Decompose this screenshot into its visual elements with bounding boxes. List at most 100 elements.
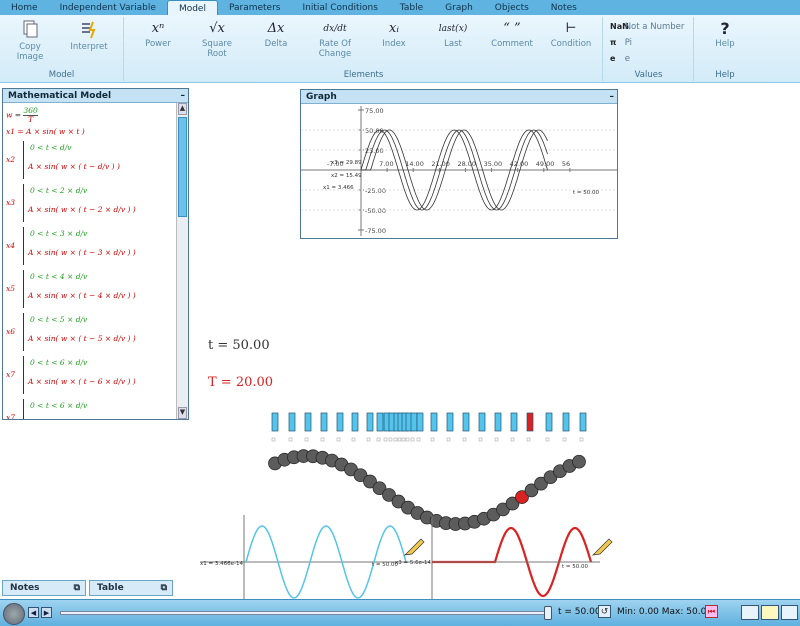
bar-handle[interactable]: [336, 437, 341, 442]
t-readout[interactable]: t = 50.00: [208, 338, 270, 353]
e-icon: e: [610, 54, 616, 63]
tab-objects[interactable]: Objects: [484, 0, 540, 16]
copy-image-button[interactable]: Copy Image: [8, 19, 52, 62]
interpret-button[interactable]: Interpret: [64, 19, 114, 52]
step-forward-icon[interactable]: ▶: [41, 607, 52, 618]
rate-of-change-button[interactable]: dx/dt Rate Of Change: [310, 19, 360, 59]
w-denominator: T: [28, 115, 34, 124]
bar-handle[interactable]: [494, 437, 499, 442]
model-panel-title-text: Mathematical Model: [8, 91, 112, 101]
model-scrollbar[interactable]: ▲ ▼: [176, 103, 188, 419]
bar-handle[interactable]: [388, 437, 393, 442]
bar-handle[interactable]: [579, 437, 584, 442]
y-tick-label: -50.00: [365, 207, 386, 215]
x-tick-label: 56: [562, 160, 570, 168]
bar-handle[interactable]: [462, 437, 467, 442]
bar-handle[interactable]: [288, 437, 293, 442]
restore-icon[interactable]: ⧉: [161, 581, 167, 595]
comment-button[interactable]: “ ” Comment: [487, 19, 537, 49]
bar-handle[interactable]: [416, 437, 421, 442]
tab-notes[interactable]: Notes: [540, 0, 588, 16]
pencil-icon[interactable]: [592, 538, 613, 556]
pi-button[interactable]: π Pi: [610, 38, 632, 48]
help-button[interactable]: ? Help: [707, 19, 743, 49]
T-parameter[interactable]: T = 20.00: [208, 375, 273, 390]
tab-initial-conditions[interactable]: Initial Conditions: [291, 0, 388, 16]
bar-handle[interactable]: [545, 437, 550, 442]
element-label: Rate Of Change: [318, 39, 352, 59]
bar-handle[interactable]: [383, 437, 388, 442]
step-back-icon[interactable]: ◀: [28, 607, 39, 618]
bar-handle[interactable]: [366, 437, 371, 442]
animation-scene: x1 = 3.466e-14 t = 50.00x3 = 5.6e-14t = 5…: [200, 412, 613, 600]
square-root-button[interactable]: √x Square Root: [192, 19, 242, 59]
element-label: Last: [444, 39, 462, 49]
record-button[interactable]: [3, 603, 25, 625]
layout-icon[interactable]: [741, 605, 759, 620]
minimize-icon[interactable]: –: [181, 89, 186, 103]
expression-text: A × sin( w × ( t − 5 × d/v ) ): [28, 334, 136, 343]
scroll-up-icon[interactable]: ▲: [178, 103, 187, 115]
element-label: Condition: [550, 39, 592, 49]
time-slider-handle[interactable]: [544, 606, 552, 620]
equation-variable: x7: [6, 370, 16, 379]
values-group-label: Values: [634, 70, 663, 80]
bar-handle[interactable]: [271, 437, 276, 442]
expression-text: A × sin( w × ( t − 4 × d/v ) ): [28, 291, 136, 300]
amplitude-bar: [545, 412, 553, 432]
help-label: Help: [715, 39, 735, 49]
last-button[interactable]: last(x) Last: [428, 19, 478, 49]
tab-independent-variable[interactable]: Independent Variable: [49, 0, 167, 16]
playback-bar: ◀ ▶ t = 50.00 ↺ Min: 0.00 Max: 50.00 ⏮: [0, 599, 800, 626]
notes-tab-label: Notes: [10, 583, 40, 593]
notes-tab[interactable]: Notes ⧉: [2, 580, 86, 596]
tab-model[interactable]: Model: [166, 0, 218, 16]
reset-icon[interactable]: ↺: [598, 605, 611, 618]
power-button[interactable]: xⁿ Power: [133, 19, 183, 49]
graph-plot[interactable]: 75.00 50.00 25.00 -25.00 -50.00 -75.00 7.00 14.…: [301, 104, 617, 238]
panels-icon[interactable]: [781, 605, 798, 620]
condition-button[interactable]: ⊢ Condition: [546, 19, 596, 49]
bar-handle[interactable]: [410, 437, 415, 442]
pencil-icon[interactable]: [404, 538, 425, 556]
table-tab[interactable]: Table ⧉: [89, 580, 173, 596]
bar-handle[interactable]: [526, 437, 531, 442]
x1-equation: x1 = A × sin( w × t ): [6, 127, 85, 136]
expression-text: A × sin( w × ( t − d/v ) ): [28, 162, 120, 171]
amplitude-bar: [510, 412, 518, 432]
tab-table[interactable]: Table: [389, 0, 434, 16]
amplitude-bar: [320, 412, 328, 432]
not-a-number-button[interactable]: NaN Not a Number: [610, 22, 684, 32]
window-icon[interactable]: [761, 605, 779, 620]
mathematical-model-panel: Mathematical Model – w = 360 T x1 = A × …: [2, 88, 189, 420]
end-marker-icon[interactable]: ⏮: [705, 605, 718, 618]
bar-handle[interactable]: [304, 437, 309, 442]
tab-home[interactable]: Home: [0, 0, 49, 16]
bar-handle[interactable]: [510, 437, 515, 442]
bar-handle[interactable]: [405, 437, 410, 442]
time-slider-track[interactable]: [60, 611, 550, 615]
bar-handle[interactable]: [351, 437, 356, 442]
e-button[interactable]: e e: [610, 54, 630, 64]
bar-handle[interactable]: [430, 437, 435, 442]
restore-icon[interactable]: ⧉: [74, 581, 80, 595]
bar-handle[interactable]: [562, 437, 567, 442]
minimize-icon[interactable]: –: [610, 90, 615, 104]
amplitude-bar: [494, 412, 502, 432]
bar-handle[interactable]: [397, 437, 402, 442]
bar-handle[interactable]: [446, 437, 451, 442]
index-button[interactable]: xᵢ Index: [369, 19, 419, 49]
index-icon: xᵢ: [389, 21, 399, 36]
bar-handle[interactable]: [393, 437, 398, 442]
bar-handle[interactable]: [478, 437, 483, 442]
delta-button[interactable]: Δx Delta: [251, 19, 301, 49]
condition-text: 0 < t < 6 × d/v: [30, 358, 88, 367]
bar-handle[interactable]: [401, 437, 406, 442]
scroll-thumb[interactable]: [178, 117, 187, 217]
model-equations[interactable]: w = 360 T x1 = A × sin( w × t ) x2 0 < t …: [3, 103, 176, 419]
tab-parameters[interactable]: Parameters: [218, 0, 292, 16]
bar-handle[interactable]: [320, 437, 325, 442]
bar-handle[interactable]: [376, 437, 381, 442]
x-tick-label: 7.00: [379, 160, 393, 168]
tab-graph[interactable]: Graph: [434, 0, 484, 16]
